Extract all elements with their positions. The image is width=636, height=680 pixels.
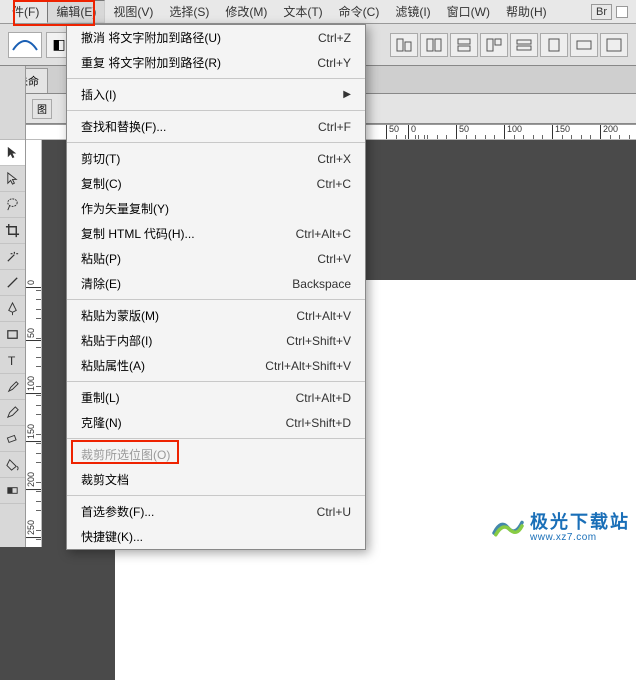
menu-item-label: 快捷键(K)... [81,528,351,545]
align-icon-8[interactable] [600,33,628,57]
align-icon-5[interactable] [510,33,538,57]
menu-file[interactable]: 件(F) [4,1,47,22]
menu-item-label: 清除(E) [81,275,292,292]
menu-select[interactable]: 选择(S) [161,1,217,22]
menu-item[interactable]: 粘贴(P)Ctrl+V [67,246,365,271]
align-icon-6[interactable] [540,33,568,57]
menu-commands[interactable]: 命令(C) [331,1,388,22]
menu-item-label: 查找和替换(F)... [81,118,318,135]
watermark: 极光下载站 www.xz7.com [490,508,630,543]
menu-window[interactable]: 窗口(W) [439,1,498,22]
menu-item-label: 作为矢量复制(Y) [81,200,351,217]
menu-item-label: 裁剪所选位图(O) [81,446,351,463]
menu-item[interactable]: 粘贴于内部(I)Ctrl+Shift+V [67,328,365,353]
menu-item[interactable]: 撤消 将文字附加到路径(U)Ctrl+Z [67,25,365,50]
vertical-ruler: 050100150200250300350400 [26,140,42,547]
menu-item[interactable]: 快捷键(K)... [67,524,365,549]
menu-item[interactable]: 粘贴为蒙版(M)Ctrl+Alt+V [67,303,365,328]
menu-item[interactable]: 插入(I)▶ [67,82,365,107]
menu-item-shortcut: Ctrl+F [318,120,351,134]
bridge-icon[interactable]: Br [591,4,612,20]
menu-item-shortcut: Ctrl+Alt+V [296,309,351,323]
edit-dropdown: 撤消 将文字附加到路径(U)Ctrl+Z重复 将文字附加到路径(R)Ctrl+Y… [66,24,366,550]
watermark-url: www.xz7.com [530,532,597,543]
menu-item-shortcut: Ctrl+Shift+V [286,334,351,348]
menu-item-shortcut: Backspace [292,277,351,291]
menu-filters[interactable]: 滤镜(I) [387,1,438,22]
menu-item[interactable]: 粘贴属性(A)Ctrl+Alt+Shift+V [67,353,365,378]
menu-text[interactable]: 文本(T) [275,1,330,22]
bucket-tool[interactable] [0,452,25,478]
menu-item-label: 粘贴(P) [81,250,317,267]
menu-item: 裁剪所选位图(O) [67,442,365,467]
selection-tool[interactable] [0,140,25,166]
menu-modify[interactable]: 修改(M) [217,1,275,22]
menu-item[interactable]: 剪切(T)Ctrl+X [67,146,365,171]
menu-item-label: 重复 将文字附加到路径(R) [81,54,317,71]
menu-item-label: 首选参数(F)... [81,503,317,520]
menu-item-label: 粘贴属性(A) [81,357,265,374]
rectangle-tool[interactable] [0,322,25,348]
menu-help[interactable]: 帮助(H) [498,1,555,22]
menu-item-label: 粘贴于内部(I) [81,332,286,349]
menu-item-shortcut: Ctrl+Y [317,56,351,70]
menu-item[interactable]: 查找和替换(F)...Ctrl+F [67,114,365,139]
menu-item-shortcut: Ctrl+Shift+D [286,416,351,430]
menu-item[interactable]: 克隆(N)Ctrl+Shift+D [67,410,365,435]
menu-item[interactable]: 清除(E)Backspace [67,271,365,296]
subselection-tool[interactable] [0,166,25,192]
menu-item-shortcut: Ctrl+Alt+C [296,227,351,241]
svg-text:T: T [8,354,16,368]
menu-item-label: 复制(C) [81,175,317,192]
submenu-arrow-icon: ▶ [343,89,351,100]
menu-item[interactable]: 作为矢量复制(Y) [67,196,365,221]
menu-item[interactable]: 重制(L)Ctrl+Alt+D [67,385,365,410]
pencil-tool[interactable] [0,400,25,426]
menu-item-shortcut: Ctrl+C [317,177,351,191]
menu-item-shortcut: Ctrl+U [317,505,351,519]
align-icons-group [390,33,628,57]
brush-tool[interactable] [0,374,25,400]
menu-item-shortcut: Ctrl+Alt+Shift+V [265,359,351,373]
menu-item-label: 插入(I) [81,86,343,103]
lasso-tool[interactable] [0,192,25,218]
watermark-title: 极光下载站 [530,508,630,534]
watermark-logo-icon [490,512,526,540]
menu-item-label: 粘贴为蒙版(M) [81,307,296,324]
menu-item-label: 复制 HTML 代码(H)... [81,225,296,242]
menu-item-label: 克隆(N) [81,414,286,431]
line-tool[interactable] [0,270,25,296]
menu-item[interactable]: 复制(C)Ctrl+C [67,171,365,196]
tool-palette: T [0,66,26,547]
crop-tool[interactable] [0,218,25,244]
menu-item-shortcut: Ctrl+V [317,252,351,266]
text-tool[interactable]: T [0,348,25,374]
magic-wand-tool[interactable] [0,244,25,270]
menubar: 件(F) 编辑(E) 视图(V) 选择(S) 修改(M) 文本(T) 命令(C)… [0,0,636,24]
menu-item-label: 剪切(T) [81,150,317,167]
menu-item-label: 裁剪文档 [81,471,351,488]
menu-item[interactable]: 首选参数(F)...Ctrl+U [67,499,365,524]
align-icon-7[interactable] [570,33,598,57]
align-icon-4[interactable] [480,33,508,57]
options-label: 图 [32,99,52,119]
menu-item[interactable]: 复制 HTML 代码(H)...Ctrl+Alt+C [67,221,365,246]
menu-item-shortcut: Ctrl+Alt+D [296,391,351,405]
menu-item-label: 重制(L) [81,389,296,406]
path-preview-icon [8,32,42,58]
menu-edit[interactable]: 编辑(E) [47,0,105,23]
pen-tool[interactable] [0,296,25,322]
eraser-tool[interactable] [0,426,25,452]
gradient-tool[interactable] [0,478,25,504]
menu-item[interactable]: 重复 将文字附加到路径(R)Ctrl+Y [67,50,365,75]
align-icon-3[interactable] [450,33,478,57]
color-swatch-white[interactable] [616,6,628,18]
menu-item-label: 撤消 将文字附加到路径(U) [81,29,318,46]
align-icon-1[interactable] [390,33,418,57]
menu-item[interactable]: 裁剪文档 [67,467,365,492]
menu-item-shortcut: Ctrl+X [317,152,351,166]
align-icon-2[interactable] [420,33,448,57]
menu-view[interactable]: 视图(V) [105,1,161,22]
menu-item-shortcut: Ctrl+Z [318,31,351,45]
